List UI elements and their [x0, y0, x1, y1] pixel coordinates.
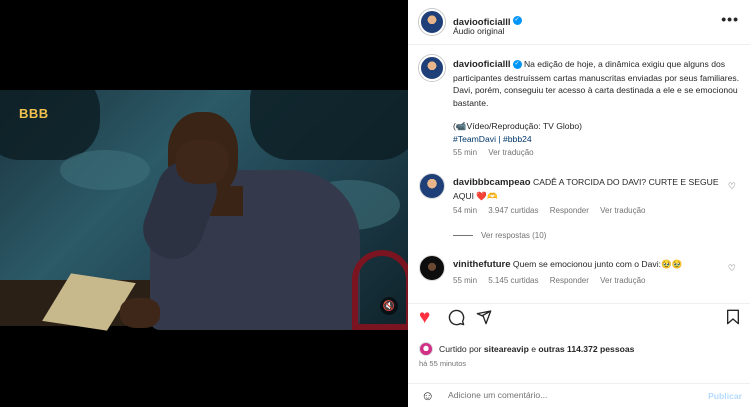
caption-text: daviooficialll ✓ Na edição de hoje, a din… [453, 58, 743, 145]
background-foliage [250, 90, 408, 160]
bbb-logo: BBB [19, 106, 49, 121]
post-actions: ♥ [408, 307, 750, 337]
avatar[interactable] [419, 255, 445, 281]
verified-icon: ✓ [512, 16, 522, 26]
view-replies-label: Ver respostas (10) [481, 231, 547, 240]
caption-username[interactable]: daviooficialll [453, 59, 511, 70]
avatar[interactable] [419, 173, 445, 199]
post-header: daviooficialll ✓ Áudio original ••• [408, 0, 750, 44]
see-translation-link[interactable]: Ver tradução [600, 276, 645, 285]
red-chair [352, 250, 408, 330]
comment-time[interactable]: 54 min [453, 206, 477, 215]
reply-button[interactable]: Responder [550, 206, 589, 215]
share-icon[interactable] [476, 309, 492, 330]
comment-text: davibbbcampeao CADÊ A TORCIDA DO DAVI? C… [453, 176, 733, 202]
person-hand-holding-letter [120, 298, 160, 328]
caption-credit: (📹Vídeo/Reprodução: TV Globo) [453, 121, 583, 131]
caption-hashtags[interactable]: #TeamDavi | #bbb24 [453, 134, 532, 144]
post-time[interactable]: há 55 minutos [419, 359, 466, 368]
caption-time[interactable]: 55 min [453, 148, 477, 157]
comment-likes[interactable]: 5.145 curtidas [488, 276, 538, 285]
comment-input[interactable] [448, 390, 688, 400]
like-icon[interactable]: ♥ [419, 307, 430, 329]
video-pane[interactable]: BBB 🔇 [0, 0, 408, 407]
add-comment-bar: ☺ Publicar [408, 386, 750, 407]
avatar[interactable] [419, 9, 445, 35]
likes-summary: Curtido por siteareavip e outras 114.372… [419, 342, 634, 356]
audio-link[interactable]: Áudio original [453, 26, 505, 36]
replies-line [453, 235, 473, 236]
likes-count-link[interactable]: outras 114.372 pessoas [538, 344, 634, 354]
mute-icon[interactable]: 🔇 [380, 297, 398, 315]
background-leaf [60, 150, 150, 190]
divider [408, 303, 750, 304]
comment-username[interactable]: davibbbcampeao [453, 177, 531, 188]
background-foliage [0, 90, 100, 160]
avatar[interactable] [419, 55, 445, 81]
comment-username[interactable]: vinithefuture [453, 259, 511, 270]
comment-likes[interactable]: 3.947 curtidas [488, 206, 538, 215]
more-options-icon[interactable]: ••• [721, 11, 739, 27]
likes-middle: e [531, 344, 536, 354]
publish-button[interactable]: Publicar [708, 391, 742, 401]
comment-meta: 54 min 3.947 curtidas Responder Ver trad… [453, 206, 655, 215]
comment-like-icon[interactable]: ♡ [728, 181, 736, 192]
see-translation-link[interactable]: Ver tradução [600, 206, 645, 215]
emoji-icon[interactable]: ☺ [421, 388, 434, 403]
liked-by-user[interactable]: siteareavip [484, 344, 529, 354]
comment-body: Quem se emocionou junto com o Davi:🥹🥹 [512, 259, 683, 269]
reply-button[interactable]: Responder [550, 276, 589, 285]
likes-prefix: Curtido por [439, 344, 482, 354]
avatar[interactable] [419, 342, 433, 356]
post-side-panel: daviooficialll ✓ Áudio original ••• davio… [408, 0, 750, 407]
view-replies-button[interactable]: Ver respostas (10) [453, 231, 546, 240]
divider [408, 44, 750, 45]
verified-icon: ✓ [512, 60, 522, 70]
comment-text: vinithefuture Quem se emocionou junto co… [453, 258, 733, 272]
comment-like-icon[interactable]: ♡ [728, 263, 736, 274]
save-icon[interactable] [726, 309, 740, 330]
caption-meta: 55 min Ver tradução [453, 148, 543, 157]
divider [408, 383, 750, 384]
comment-meta: 55 min 5.145 curtidas Responder Ver trad… [453, 276, 655, 285]
comment-icon[interactable] [448, 309, 465, 331]
comment-time[interactable]: 55 min [453, 276, 477, 285]
see-translation-link[interactable]: Ver tradução [488, 148, 533, 157]
person-hand [176, 140, 228, 184]
